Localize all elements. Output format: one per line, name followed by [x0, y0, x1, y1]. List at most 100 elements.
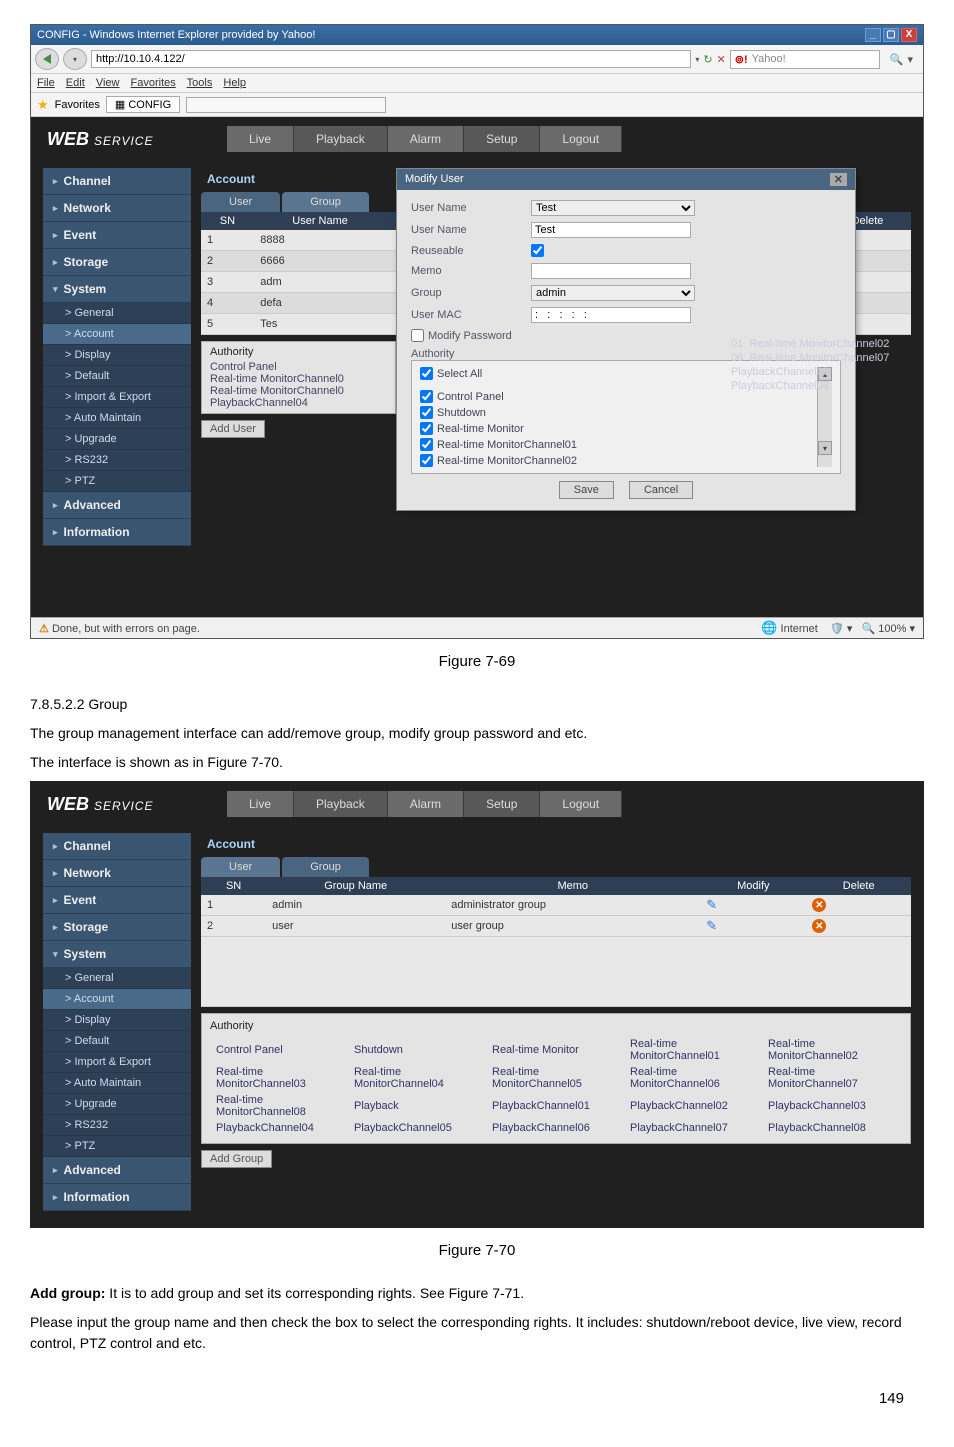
- sidebar-channel[interactable]: ▸Channel: [43, 833, 191, 860]
- cb-control-panel[interactable]: [420, 390, 433, 403]
- subtab-group[interactable]: Group: [282, 857, 369, 877]
- sidebar-automaintain[interactable]: > Auto Maintain: [43, 408, 191, 429]
- sidebar-general[interactable]: > General: [43, 968, 191, 989]
- dialog-close-button[interactable]: ✕: [830, 173, 847, 186]
- tab-playback[interactable]: Playback: [294, 791, 388, 817]
- subtab-user[interactable]: User: [201, 857, 280, 877]
- subtab-user[interactable]: User: [201, 192, 280, 212]
- search-glass-icon[interactable]: 🔍: [890, 53, 904, 66]
- sidebar-event[interactable]: ▸Event: [43, 222, 191, 249]
- sidebar-event[interactable]: ▸Event: [43, 887, 191, 914]
- refresh-icon[interactable]: ↻: [703, 53, 712, 66]
- tab-live[interactable]: Live: [227, 791, 294, 817]
- add-user-button[interactable]: Add User: [201, 420, 265, 438]
- maximize-button[interactable]: ▢: [883, 28, 899, 42]
- sidebar-ptz[interactable]: > PTZ: [43, 1136, 191, 1157]
- sidebar-rs232[interactable]: > RS232: [43, 1115, 191, 1136]
- zoom-label[interactable]: 🔍 100%: [862, 623, 907, 635]
- sidebar-display[interactable]: > Display: [43, 1010, 191, 1031]
- sidebar-display[interactable]: > Display: [43, 345, 191, 366]
- sidebar-account[interactable]: > Account: [43, 324, 191, 345]
- tab-logout[interactable]: Logout: [540, 791, 622, 817]
- usermac-input[interactable]: [531, 307, 691, 323]
- tab-playback[interactable]: Playback: [294, 126, 388, 152]
- sidebar: ▸Channel ▸Network ▸Event ▸Storage ▾Syste…: [43, 168, 191, 546]
- table-row[interactable]: 2useruser group✎✕: [201, 916, 911, 937]
- modify-password-checkbox[interactable]: [411, 329, 424, 342]
- tab-logout[interactable]: Logout: [540, 126, 622, 152]
- tab-alarm[interactable]: Alarm: [388, 126, 464, 152]
- menu-help[interactable]: Help: [223, 77, 246, 89]
- sidebar-information[interactable]: ▸Information: [43, 1184, 191, 1211]
- label-modpwd: Modify Password: [428, 330, 512, 342]
- cb-shutdown[interactable]: [420, 406, 433, 419]
- scroll-down-icon[interactable]: ▾: [818, 441, 832, 455]
- paragraph: Please input the group name and then che…: [30, 1312, 924, 1354]
- sidebar-system[interactable]: ▾System: [43, 941, 191, 968]
- sidebar-ptz[interactable]: > PTZ: [43, 471, 191, 492]
- sidebar-automaintain[interactable]: > Auto Maintain: [43, 1073, 191, 1094]
- url-dropdown[interactable]: ▾: [695, 55, 699, 64]
- delete-icon[interactable]: ✕: [812, 898, 826, 912]
- url-input[interactable]: [91, 50, 691, 68]
- username-input[interactable]: [531, 222, 691, 238]
- username-select[interactable]: Test: [531, 200, 695, 216]
- sidebar-account[interactable]: > Account: [43, 989, 191, 1010]
- stop-icon[interactable]: ✕: [717, 53, 726, 66]
- cb-rtmonitor[interactable]: [420, 422, 433, 435]
- favorites-star-icon[interactable]: ★: [37, 97, 49, 113]
- sidebar-storage[interactable]: ▸Storage: [43, 914, 191, 941]
- tab-live[interactable]: Live: [227, 126, 294, 152]
- sidebar-default[interactable]: > Default: [43, 1031, 191, 1052]
- back-button[interactable]: [35, 48, 59, 70]
- cb-rtch02[interactable]: [420, 454, 433, 467]
- sidebar-default[interactable]: > Default: [43, 366, 191, 387]
- forward-button[interactable]: ▾: [63, 48, 87, 70]
- sidebar-advanced[interactable]: ▸Advanced: [43, 1157, 191, 1184]
- search-box[interactable]: ⊚! Yahoo!: [730, 50, 880, 69]
- sidebar-upgrade[interactable]: > Upgrade: [43, 429, 191, 450]
- minimize-button[interactable]: _: [865, 28, 881, 42]
- col-username: User Name: [254, 212, 386, 230]
- save-button[interactable]: Save: [559, 481, 614, 499]
- cb-rtch01[interactable]: [420, 438, 433, 451]
- menu-view[interactable]: View: [96, 77, 120, 89]
- menu-favorites[interactable]: Favorites: [131, 77, 176, 89]
- tab-alarm[interactable]: Alarm: [388, 791, 464, 817]
- tab-setup[interactable]: Setup: [464, 791, 540, 817]
- web-app: WEB SERVICE Live Playback Alarm Setup Lo…: [31, 117, 923, 617]
- reuseable-checkbox[interactable]: [531, 244, 544, 257]
- authority-line: Real-time MonitorChannel0: [210, 373, 387, 385]
- add-group-button[interactable]: Add Group: [201, 1150, 272, 1168]
- close-button[interactable]: X: [901, 28, 917, 42]
- sidebar-channel[interactable]: ▸Channel: [43, 168, 191, 195]
- sidebar-upgrade[interactable]: > Upgrade: [43, 1094, 191, 1115]
- menu-edit[interactable]: Edit: [66, 77, 85, 89]
- sidebar-rs232[interactable]: > RS232: [43, 450, 191, 471]
- bold-label: Add group:: [30, 1285, 105, 1301]
- table-row[interactable]: 1adminadministrator group✎✕: [201, 895, 911, 916]
- memo-input[interactable]: [531, 263, 691, 279]
- menu-tools[interactable]: Tools: [187, 77, 213, 89]
- select-all-checkbox[interactable]: [420, 367, 433, 380]
- sidebar-storage[interactable]: ▸Storage: [43, 249, 191, 276]
- sidebar-importexport[interactable]: > Import & Export: [43, 387, 191, 408]
- tab-setup[interactable]: Setup: [464, 126, 540, 152]
- sidebar-network[interactable]: ▸Network: [43, 195, 191, 222]
- delete-icon[interactable]: ✕: [812, 919, 826, 933]
- empty-tab[interactable]: [186, 97, 386, 113]
- group-select[interactable]: admin: [531, 285, 695, 301]
- tab-config[interactable]: ▦ CONFIG: [106, 96, 180, 113]
- cancel-button[interactable]: Cancel: [629, 481, 693, 499]
- sidebar-importexport[interactable]: > Import & Export: [43, 1052, 191, 1073]
- pencil-icon[interactable]: ✎: [706, 897, 717, 912]
- window-title: CONFIG - Windows Internet Explorer provi…: [37, 29, 315, 41]
- subtab-group[interactable]: Group: [282, 192, 369, 212]
- sidebar-network[interactable]: ▸Network: [43, 860, 191, 887]
- sidebar-advanced[interactable]: ▸Advanced: [43, 492, 191, 519]
- sidebar-general[interactable]: > General: [43, 303, 191, 324]
- pencil-icon[interactable]: ✎: [706, 918, 717, 933]
- menu-file[interactable]: File: [37, 77, 55, 89]
- sidebar-information[interactable]: ▸Information: [43, 519, 191, 546]
- sidebar-system[interactable]: ▾System: [43, 276, 191, 303]
